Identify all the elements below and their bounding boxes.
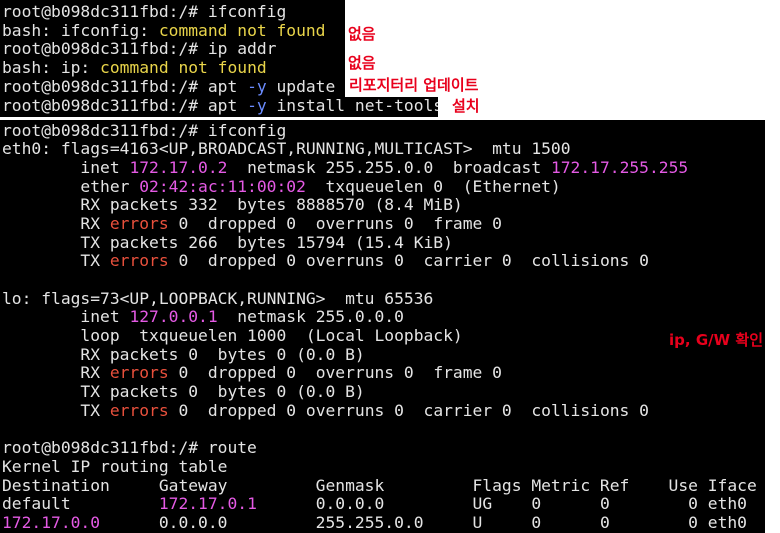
terminal-line: inet 127.0.0.1 netmask 255.0.0.0 — [2, 308, 765, 327]
terminal-line: root@b098dc311fbd:/# route — [2, 438, 765, 458]
terminal-line: loop txqueuelen 1000 (Local Loopback) — [2, 326, 765, 346]
terminal-text: 0 dropped 0 overruns 0 carrier 0 collisi… — [168, 251, 649, 271]
terminal-line: TX errors 0 dropped 0 overruns 0 carrier… — [2, 251, 765, 271]
terminal-text: 172.17.0.2 — [129, 157, 228, 177]
terminal-text: inet — [2, 157, 130, 177]
terminal-line: root@b098dc311fbd:/# ifconfig — [2, 2, 345, 22]
terminal-text: RX — [2, 363, 110, 383]
terminal-text: loop txqueuelen 1000 (Local Loopback) — [2, 326, 463, 346]
terminal-text: 0 dropped 0 overruns 0 frame 0 — [168, 363, 502, 383]
terminal-text: update — [266, 76, 336, 96]
terminal-text: errors — [109, 400, 169, 420]
terminal-text: netmask 255.0.0.0 — [217, 307, 404, 327]
terminal-text: ether — [2, 176, 140, 196]
terminal-text: command not found — [158, 20, 326, 40]
terminal-text: 0.0.0.0 UG 0 0 0 eth0 — [256, 494, 747, 514]
terminal-line: Destination Gateway Genmask Flags Metric… — [2, 475, 765, 496]
annotation-install: 설치 — [452, 97, 480, 115]
terminal-text: inet — [2, 307, 130, 327]
terminal-text: 172.17.255.255 — [550, 157, 689, 177]
terminal-text: Kernel IP routing table — [2, 456, 228, 476]
annotation-repo-update: 리포지터리 업데이트 — [349, 76, 479, 94]
terminal-text: root@b098dc311fbd:/# ifconfig — [2, 120, 287, 140]
annotation-check-ip-gw: ip, G/W 확인 — [669, 331, 763, 349]
terminal-line: bash: ip: command not found — [2, 58, 345, 78]
terminal-text: 172.17.0.1 — [158, 494, 257, 514]
terminal-text: Destination Gateway Genmask Flags Metric… — [2, 475, 757, 495]
terminal-text: root@b098dc311fbd:/# apt — [2, 97, 248, 115]
terminal-block-main: root@b098dc311fbd:/# ifconfig eth0: flags… — [0, 120, 765, 533]
terminal-text: install net-tools — [266, 97, 438, 115]
terminal-text: 172.17.0.0 — [2, 512, 101, 532]
terminal-text: TX packets 0 bytes 0 (0.0 B) — [2, 382, 365, 402]
terminal-text: TX — [2, 400, 110, 420]
terminal-block-top: root@b098dc311fbd:/# ifconfig bash: ifcon… — [0, 0, 345, 97]
terminal-line: TX packets 0 bytes 0 (0.0 B) — [2, 382, 765, 402]
terminal-line: RX errors 0 dropped 0 overruns 0 frame 0 — [2, 364, 765, 383]
terminal-text: -y — [247, 97, 267, 115]
terminal-text: eth0: flags=4163<UP,BROADCAST,RUNNING,MU… — [2, 139, 571, 159]
terminal-line: bash: ifconfig: command not found — [2, 20, 345, 41]
terminal-line: root@b098dc311fbd:/# ip addr — [2, 40, 345, 59]
terminal-text: 02:42:ac:11:00:02 — [139, 176, 306, 196]
terminal-text: RX packets 0 bytes 0 (0.0 B) — [2, 344, 365, 364]
terminal-block-install: root@b098dc311fbd:/# apt -y install net-… — [0, 97, 438, 117]
terminal-line: default 172.17.0.1 0.0.0.0 UG 0 0 0 eth0 — [2, 494, 765, 514]
terminal-line: Kernel IP routing table — [2, 456, 765, 477]
terminal-text: bash: ip: — [2, 58, 101, 78]
terminal-text: default — [2, 494, 159, 514]
terminal-line: root@b098dc311fbd:/# apt -y update — [2, 76, 345, 97]
terminal-text: 127.0.0.1 — [129, 307, 218, 327]
terminal-text: root@b098dc311fbd:/# apt — [2, 76, 248, 96]
terminal-text: RX packets 332 bytes 8888570 (8.4 MiB) — [2, 195, 463, 215]
terminal-line: TX packets 266 bytes 15794 (15.4 KiB) — [2, 232, 765, 253]
terminal-line: lo: flags=73<UP,LOOPBACK,RUNNING> mtu 65… — [2, 288, 765, 309]
terminal-text: TX packets 266 bytes 15794 (15.4 KiB) — [2, 232, 453, 252]
terminal-line: RX errors 0 dropped 0 overruns 0 frame 0 — [2, 213, 765, 234]
terminal-line: 172.17.0.0 0.0.0.0 255.255.0.0 U 0 0 0 e… — [2, 512, 765, 533]
terminal-text: bash: ifconfig: — [2, 20, 159, 40]
terminal-text: root@b098dc311fbd:/# route — [2, 438, 257, 458]
terminal-line: ether 02:42:ac:11:00:02 txqueuelen 0 (Et… — [2, 176, 765, 197]
terminal-line: inet 172.17.0.2 netmask 255.255.0.0 broa… — [2, 157, 765, 178]
terminal-text: -y — [247, 76, 267, 96]
terminal-text: netmask 255.255.0.0 broadcast — [227, 157, 551, 177]
terminal-text: root@b098dc311fbd:/# ip addr — [2, 39, 277, 59]
terminal-text: root@b098dc311fbd:/# ifconfig — [2, 2, 287, 21]
annotation-ifconfig-missing: 없음 — [348, 25, 376, 43]
terminal-text: errors — [109, 213, 169, 233]
terminal-text: errors — [109, 251, 169, 271]
terminal-text: 0 dropped 0 overruns 0 frame 0 — [168, 213, 502, 233]
terminal-text: 0.0.0.0 255.255.0.0 U 0 0 0 eth0 — [100, 512, 747, 532]
terminal-line: eth0: flags=4163<UP,BROADCAST,RUNNING,MU… — [2, 139, 765, 159]
terminal-text: RX — [2, 213, 110, 233]
terminal-text: 0 dropped 0 overruns 0 carrier 0 collisi… — [168, 400, 649, 420]
terminal-line: RX packets 332 bytes 8888570 (8.4 MiB) — [2, 195, 765, 215]
terminal-text: txqueuelen 0 (Ethernet) — [305, 176, 561, 196]
terminal-text: TX — [2, 251, 110, 271]
terminal-text: errors — [109, 363, 169, 383]
terminal-line: root@b098dc311fbd:/# ifconfig — [2, 120, 765, 141]
annotation-ip-missing: 없음 — [348, 54, 376, 72]
terminal-line: root@b098dc311fbd:/# apt -y install net-… — [2, 97, 438, 116]
terminal-text: command not found — [100, 58, 267, 78]
terminal-line: RX packets 0 bytes 0 (0.0 B) — [2, 344, 765, 365]
terminal-text: lo: flags=73<UP,LOOPBACK,RUNNING> mtu 65… — [2, 288, 434, 308]
terminal-line: TX errors 0 dropped 0 overruns 0 carrier… — [2, 400, 765, 421]
